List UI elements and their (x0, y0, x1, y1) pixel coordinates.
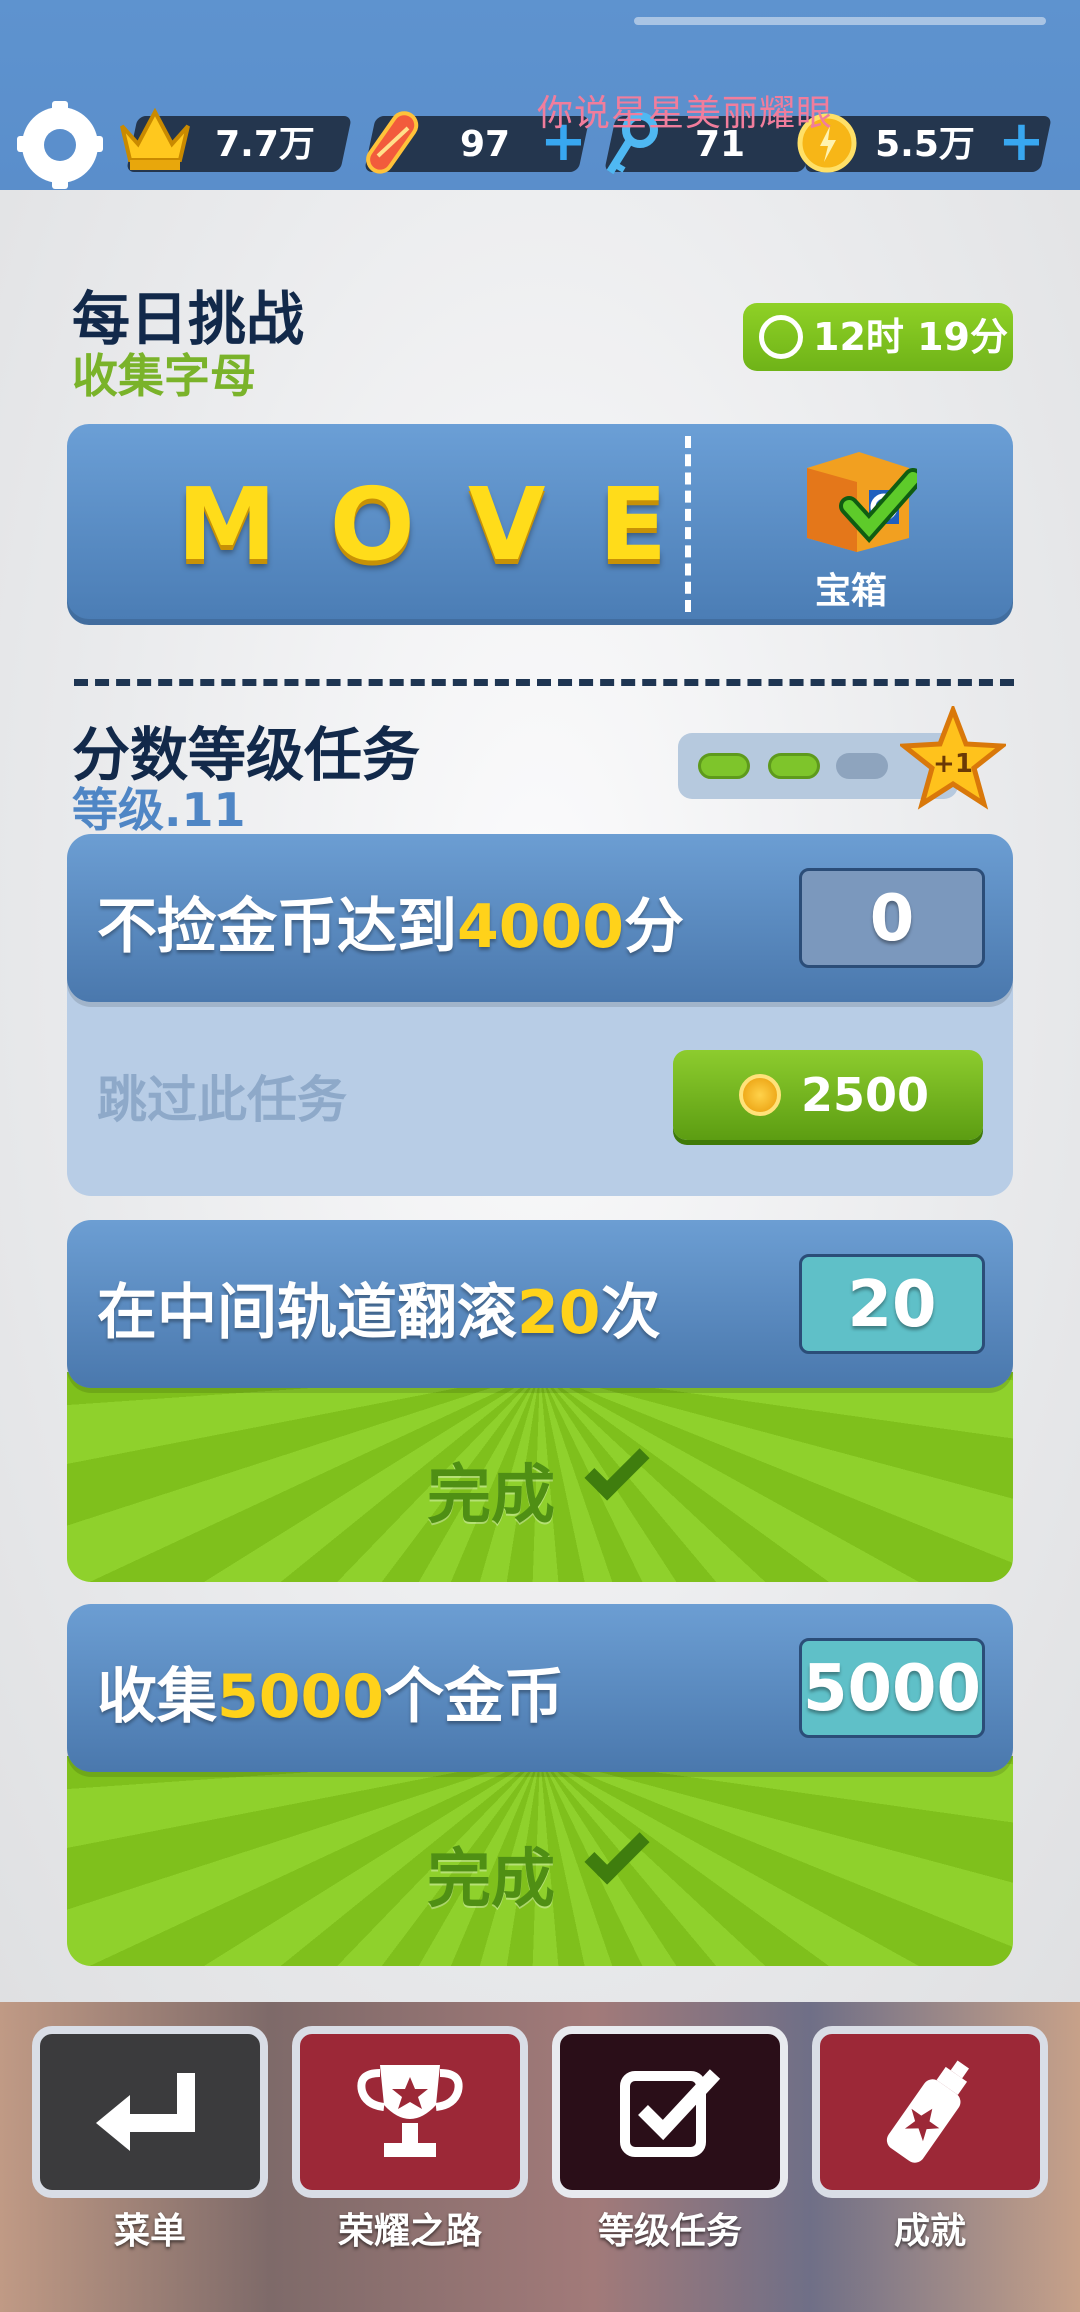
glory-road-label: 荣耀之路 (337, 2211, 482, 2252)
task-3-count: 5000 (799, 1638, 985, 1738)
bottom-nav: 菜单 荣耀之路 等级任务 成就 (0, 2002, 1080, 2312)
coin-count: 5.5万 (875, 124, 975, 165)
crown-icon (120, 107, 190, 170)
star-bonus-label: +1 (933, 749, 973, 779)
stopwatch-icon (759, 315, 803, 359)
daily-word: M O V E (177, 470, 667, 580)
task-1-count: 0 (799, 868, 985, 968)
missions-level: 等级.11 (72, 783, 246, 837)
task-2-text: 在中间轨道翻滚20次 (97, 1264, 661, 1351)
add-coins-button[interactable]: + (998, 114, 1045, 170)
task-text-highlight: 20 (517, 1278, 601, 1348)
checkmark-icon (584, 1819, 650, 1885)
timer-text: 12时 19分 (813, 315, 1008, 359)
task-2-count: 20 (799, 1254, 985, 1354)
menu-label: 菜单 (113, 2211, 186, 2252)
progress-pill-done (768, 753, 820, 779)
task-3-text: 收集5000个金币 (97, 1648, 564, 1735)
skip-task-label: 跳过此任务 (97, 1071, 347, 1129)
reward-label: 宝箱 (815, 571, 888, 612)
letter: M (177, 466, 277, 583)
top-bar: 7.7万 97 + 71 5.5万 + 你说星星美丽耀眼 (0, 0, 1080, 190)
task-text-prefix: 收集 (97, 1662, 217, 1732)
star-icon: +1 (900, 706, 1006, 810)
task-text-suffix: 个金币 (384, 1662, 564, 1732)
task-2-body: 完成 (67, 1372, 1013, 1582)
daily-word-card: M O V E 宝箱 (67, 424, 1013, 625)
task-2-header: 在中间轨道翻滚20次 20 (67, 1220, 1013, 1388)
checkmark-icon (584, 1435, 650, 1501)
daily-timer: 12时 19分 (743, 303, 1013, 371)
task-text-suffix: 分 (624, 892, 684, 962)
task-text-highlight: 5000 (217, 1662, 384, 1732)
progress-pill-done (698, 753, 750, 779)
word-divider (685, 436, 691, 612)
daily-challenge-subtitle: 收集字母 (72, 349, 256, 403)
level-missions-label: 等级任务 (597, 2211, 742, 2252)
skip-cost: 2500 (801, 1068, 930, 1122)
task-text-suffix: 次 (600, 1278, 661, 1348)
letter: O (329, 466, 415, 583)
achievements-label: 成就 (893, 2211, 966, 2252)
gear-icon[interactable] (17, 101, 103, 189)
trophy-icon (357, 2065, 463, 2157)
achievements-button[interactable] (812, 2026, 1048, 2198)
task-text-highlight: 4000 (457, 892, 624, 962)
task-3-header: 收集5000个金币 5000 (67, 1604, 1013, 1772)
menu-button[interactable] (32, 2026, 268, 2198)
task-2-done-label: 完成 (427, 1459, 555, 1533)
board-count: 97 (459, 124, 511, 165)
watermark-text: 你说星星美丽耀眼 (537, 93, 834, 134)
level-missions-button[interactable] (552, 2026, 788, 2198)
progress-pill-empty (836, 753, 888, 779)
letter: V (468, 466, 546, 583)
task-1-text: 不捡金币达到4000分 (97, 878, 684, 965)
task-1-header: 不捡金币达到4000分 0 (67, 834, 1013, 1002)
letter: E (598, 466, 667, 583)
checkbox-icon (620, 2069, 721, 2157)
home-indicator (634, 17, 1046, 25)
task-3-body: 完成 (67, 1756, 1013, 1966)
task-text-prefix: 在中间轨道翻滚 (97, 1278, 517, 1348)
crown-count: 7.7万 (215, 124, 315, 165)
skip-task-button[interactable]: 2500 (673, 1050, 983, 1140)
section-divider (74, 679, 1014, 686)
hoverboard-icon (366, 111, 419, 174)
task-3-done-label: 完成 (427, 1843, 555, 1917)
coin-icon (739, 1074, 781, 1116)
task-text-prefix: 不捡金币达到 (97, 892, 457, 962)
return-arrow-icon (96, 2073, 195, 2151)
spray-can-icon (886, 2060, 970, 2163)
glory-road-button[interactable] (292, 2026, 528, 2198)
mystery-box-icon (807, 452, 917, 552)
